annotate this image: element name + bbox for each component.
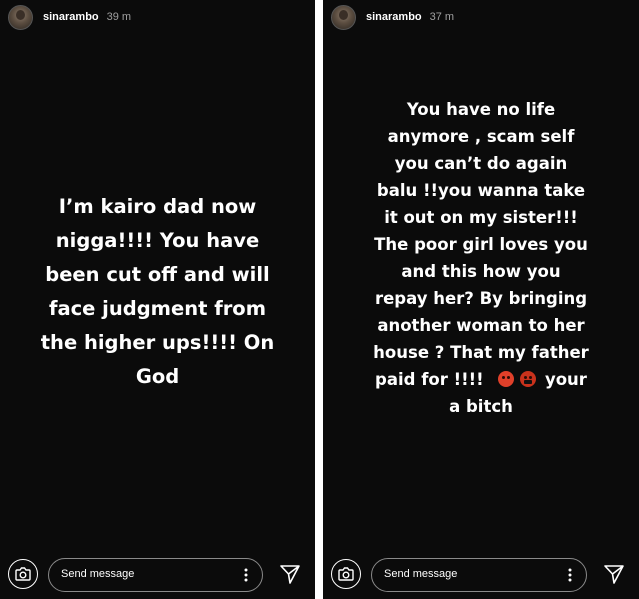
- camera-button[interactable]: [331, 559, 361, 589]
- avatar[interactable]: [331, 4, 356, 30]
- story-text-line: You have no life: [406, 100, 556, 119]
- camera-icon: [338, 567, 354, 581]
- story-text-line: balu !!you wanna take: [376, 181, 586, 200]
- story-text-line: The poor girl loves you: [374, 235, 588, 254]
- story-text-line-emoji: paid for !!!! your: [357, 366, 605, 393]
- story-text: I’m kairo dad now nigga!!!! You have bee…: [0, 190, 315, 394]
- reply-bar: Send message: [323, 549, 639, 599]
- story-panel-right[interactable]: sinarambo 37 m You have no life anymore …: [323, 0, 639, 599]
- send-message-input[interactable]: Send message: [48, 558, 263, 592]
- story-text-fragment: paid for !!!!: [375, 370, 484, 389]
- story-text-line: the higher ups!!!! On: [40, 331, 275, 354]
- story-text-line: God: [135, 365, 180, 388]
- story-text-line: I’m kairo dad now: [58, 195, 257, 218]
- story-panel-left[interactable]: sinarambo 39 m I’m kairo dad now nigga!!…: [0, 0, 315, 599]
- camera-icon: [15, 567, 31, 581]
- send-icon[interactable]: [603, 563, 625, 585]
- more-vertical-icon[interactable]: [568, 568, 572, 582]
- story-text-fragment: your: [544, 370, 587, 389]
- story-text-line: another woman to her: [377, 316, 585, 335]
- send-message-input[interactable]: Send message: [371, 558, 587, 592]
- story-text-line: and this how you: [401, 262, 561, 281]
- send-icon[interactable]: [279, 563, 301, 585]
- story-text-line: a bitch: [449, 397, 513, 416]
- story-header: sinarambo 39 m: [8, 4, 307, 30]
- story-timestamp: 39 m: [106, 11, 132, 23]
- story-header: sinarambo 37 m: [331, 4, 631, 30]
- more-vertical-icon[interactable]: [244, 568, 248, 582]
- story-timestamp: 37 m: [429, 11, 455, 23]
- story-text: You have no life anymore , scam self you…: [323, 96, 639, 420]
- username[interactable]: sinarambo: [366, 11, 422, 23]
- story-text-line: anymore , scam self: [387, 127, 575, 146]
- story-text-line: nigga!!!! You have: [55, 229, 260, 252]
- story-text-line: face judgment from: [48, 297, 267, 320]
- reply-bar: Send message: [0, 549, 315, 599]
- story-text-line: been cut off and will: [45, 263, 270, 286]
- send-message-placeholder: Send message: [384, 568, 458, 580]
- angry-face-emoji-icon: [498, 371, 515, 387]
- camera-button[interactable]: [8, 559, 38, 589]
- story-text-line: repay her? By bringing: [374, 289, 588, 308]
- story-text-line: you can’t do again: [394, 154, 568, 173]
- story-text-line: it out on my sister!!!: [384, 208, 578, 227]
- story-text-line: house ? That my father: [373, 343, 589, 362]
- username[interactable]: sinarambo: [43, 11, 99, 23]
- send-message-placeholder: Send message: [61, 568, 135, 580]
- avatar[interactable]: [8, 4, 33, 30]
- face-with-symbols-on-mouth-emoji-icon: [520, 371, 537, 387]
